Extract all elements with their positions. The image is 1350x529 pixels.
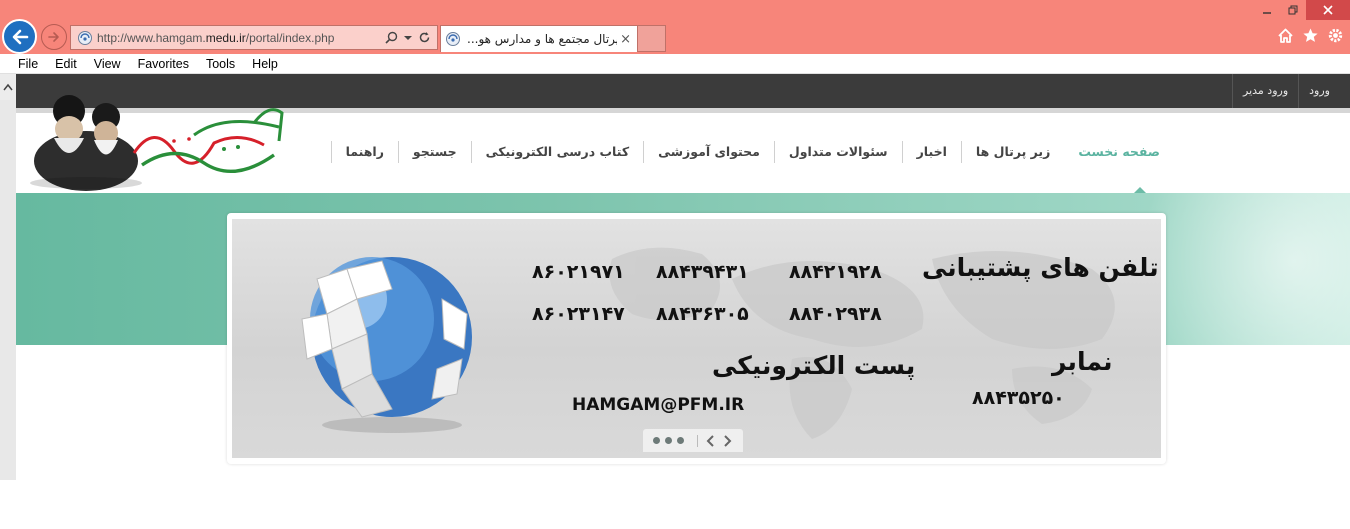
support-number-1: ۸۸۴۲۱۹۲۸ bbox=[789, 261, 882, 283]
banner-slider: تلفن های پشتیبانی ۸۸۴۲۱۹۲۸ ۸۸۴۳۹۴۳۱ ۸۶۰۲… bbox=[227, 213, 1166, 464]
toolbar-icons bbox=[1277, 27, 1344, 44]
site-header: صفحه نخست زیر پرتال ها اخبار سئوالات متد… bbox=[16, 95, 1350, 193]
close-window-button[interactable] bbox=[1306, 0, 1350, 20]
support-phones-title: تلفن های پشتیبانی bbox=[922, 253, 1159, 282]
browser-titlebar: http://www.hamgam.medu.ir/portal/index.p… bbox=[0, 0, 1350, 54]
forward-arrow-icon bbox=[48, 32, 59, 42]
support-number-3: ۸۶۰۲۱۹۷۱ bbox=[532, 261, 625, 283]
tab-title: ...پرتال مجتمع ها و مدارس هو bbox=[467, 32, 617, 46]
email-title: پست الکترونیکی bbox=[712, 351, 916, 380]
menu-bar: File Edit View Favorites Tools Help bbox=[0, 54, 1350, 74]
menu-tools[interactable]: Tools bbox=[206, 57, 235, 71]
restore-icon bbox=[1288, 5, 1298, 15]
login-link[interactable]: ورود bbox=[1298, 74, 1340, 108]
search-icon[interactable] bbox=[385, 31, 398, 44]
main-nav: صفحه نخست زیر پرتال ها اخبار سئوالات متد… bbox=[330, 141, 1174, 163]
fax-title: نمابر bbox=[1052, 347, 1113, 376]
close-icon bbox=[1323, 5, 1333, 15]
fax-number: ۸۸۴۳۵۲۵۰ bbox=[972, 387, 1065, 409]
menu-view[interactable]: View bbox=[94, 57, 121, 71]
nav-ebook[interactable]: کتاب درسی الکترونیکی bbox=[470, 141, 644, 163]
new-tab-button[interactable] bbox=[638, 25, 666, 52]
restore-button[interactable] bbox=[1280, 0, 1306, 20]
nav-subportals[interactable]: زیر پرتال ها bbox=[960, 141, 1064, 163]
nav-educational-content[interactable]: محتوای آموزشی bbox=[643, 141, 774, 163]
dropdown-arrow-icon[interactable] bbox=[404, 34, 412, 42]
window-controls bbox=[1254, 0, 1350, 20]
nav-news[interactable]: اخبار bbox=[901, 141, 961, 163]
slide-dot-3[interactable] bbox=[677, 437, 684, 444]
next-slide-icon[interactable] bbox=[722, 434, 732, 447]
refresh-icon[interactable] bbox=[418, 31, 431, 44]
support-number-4: ۸۸۴۰۲۹۳۸ bbox=[789, 303, 882, 325]
menu-file[interactable]: File bbox=[18, 57, 38, 71]
site-favicon-icon bbox=[78, 30, 92, 45]
nav-faq[interactable]: سئوالات متداول bbox=[773, 141, 902, 163]
menu-favorites[interactable]: Favorites bbox=[138, 57, 189, 71]
address-url[interactable]: http://www.hamgam.medu.ir/portal/index.p… bbox=[97, 31, 334, 45]
slide-dot-2[interactable] bbox=[665, 437, 672, 444]
forward-button[interactable] bbox=[41, 24, 67, 50]
favorites-star-icon[interactable] bbox=[1302, 27, 1319, 44]
prev-slide-icon[interactable] bbox=[706, 434, 716, 447]
slider-controls bbox=[643, 429, 743, 452]
address-bar[interactable]: http://www.hamgam.medu.ir/portal/index.p… bbox=[70, 25, 438, 50]
back-arrow-icon bbox=[12, 29, 28, 44]
top-links: ورود ورود مدیر bbox=[1232, 74, 1340, 108]
vertical-scrollbar[interactable] bbox=[0, 74, 16, 480]
menu-help[interactable]: Help bbox=[252, 57, 278, 71]
tab-favicon-icon bbox=[446, 32, 460, 46]
menu-edit[interactable]: Edit bbox=[55, 57, 77, 71]
support-number-5: ۸۸۴۳۶۳۰۵ bbox=[656, 303, 749, 325]
banner-slide: تلفن های پشتیبانی ۸۸۴۲۱۹۲۸ ۸۸۴۳۹۴۳۱ ۸۶۰۲… bbox=[232, 219, 1161, 458]
support-number-2: ۸۸۴۳۹۴۳۱ bbox=[656, 261, 749, 283]
slide-dot-1[interactable] bbox=[653, 437, 660, 444]
back-button[interactable] bbox=[2, 19, 37, 54]
home-icon[interactable] bbox=[1277, 27, 1294, 44]
controls-divider bbox=[697, 434, 698, 447]
admin-login-link[interactable]: ورود مدیر bbox=[1232, 74, 1298, 108]
support-number-6: ۸۶۰۲۳۱۴۷ bbox=[532, 303, 625, 325]
minimize-button[interactable] bbox=[1254, 0, 1280, 20]
browser-tab[interactable]: ...پرتال مجتمع ها و مدارس هو × bbox=[440, 25, 638, 52]
nav-search[interactable]: جستجو bbox=[397, 141, 471, 163]
site-logo[interactable] bbox=[24, 83, 294, 193]
minimize-icon bbox=[1263, 12, 1271, 14]
settings-gear-icon[interactable] bbox=[1327, 27, 1344, 44]
email-address[interactable]: HAMGAM@PFM.IR bbox=[572, 395, 744, 415]
scroll-up-button[interactable] bbox=[0, 74, 16, 100]
tab-close-icon[interactable]: × bbox=[620, 32, 631, 47]
nav-home[interactable]: صفحه نخست bbox=[1064, 141, 1174, 163]
chevron-up-icon bbox=[3, 83, 13, 91]
nav-help[interactable]: راهنما bbox=[330, 141, 398, 163]
